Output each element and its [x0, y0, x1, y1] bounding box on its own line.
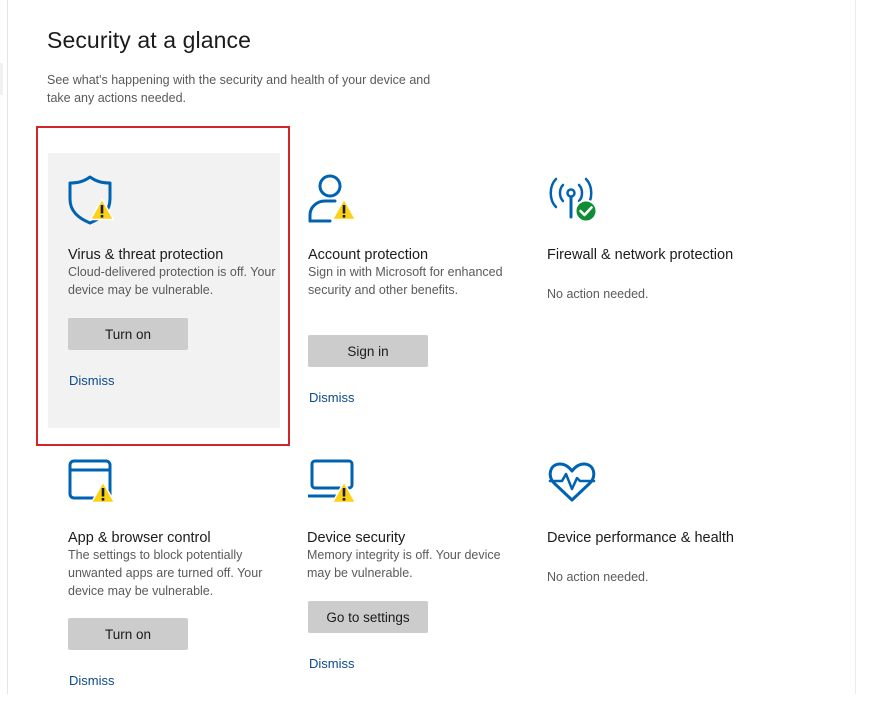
dismiss-link[interactable]: Dismiss	[69, 673, 115, 688]
dismiss-link[interactable]: Dismiss	[309, 390, 355, 405]
shield-warning-icon	[68, 175, 115, 225]
turn-on-button[interactable]: Turn on	[68, 318, 188, 350]
window-left-edge	[7, 0, 8, 694]
heart-pulse-icon	[548, 462, 596, 502]
page-title: Security at a glance	[47, 27, 252, 53]
window-right-edge	[855, 0, 856, 694]
laptop-warning-icon	[308, 459, 357, 504]
card-description: Cloud-delivered protection is off. Your …	[68, 265, 276, 297]
card-title: Account protection	[308, 247, 429, 263]
card-app-browser-control[interactable]: App & browser control The settings to bl…	[48, 436, 280, 711]
card-description: Memory integrity is off. Your device may…	[307, 548, 501, 580]
window-edge-notch	[0, 63, 3, 95]
card-title: Device performance & health	[547, 530, 734, 546]
card-title: Device security	[307, 530, 406, 546]
dismiss-link[interactable]: Dismiss	[69, 373, 115, 388]
card-title: Firewall & network protection	[547, 247, 734, 263]
sign-in-button[interactable]: Sign in	[308, 335, 428, 367]
card-description: No action needed.	[547, 287, 649, 301]
card-firewall-network-protection[interactable]: Firewall & network protection No action …	[527, 153, 759, 428]
card-device-performance-health[interactable]: Device performance & health No action ne…	[527, 436, 759, 711]
card-description: Sign in with Microsoft for enhanced secu…	[308, 265, 503, 297]
page-subtitle: See what's happening with the security a…	[47, 73, 431, 105]
card-description: No action needed.	[547, 570, 649, 584]
turn-on-button[interactable]: Turn on	[68, 618, 188, 650]
card-title: Virus & threat protection	[68, 247, 224, 263]
dismiss-link[interactable]: Dismiss	[309, 656, 355, 671]
card-description: The settings to block potentially unwant…	[68, 548, 263, 598]
account-warning-icon	[308, 174, 357, 223]
card-device-security[interactable]: Device security Memory integrity is off.…	[288, 436, 520, 711]
card-title: App & browser control	[68, 530, 211, 546]
go-to-settings-button[interactable]: Go to settings	[308, 601, 428, 633]
wifi-antenna-check-icon	[549, 177, 598, 223]
card-account-protection[interactable]: Account protection Sign in with Microsof…	[288, 153, 520, 428]
browser-window-warning-icon	[68, 459, 116, 504]
card-virus-threat-protection[interactable]: Virus & threat protection Cloud-delivere…	[48, 153, 280, 428]
